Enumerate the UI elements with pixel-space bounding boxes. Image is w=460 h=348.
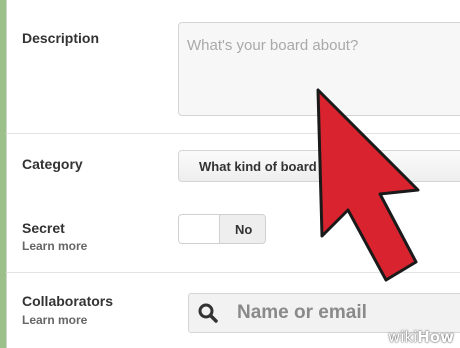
collaborators-label: Collaborators <box>22 293 114 309</box>
collaborators-learn-more-link[interactable]: Learn more <box>22 313 87 327</box>
toggle-state-text: No <box>235 222 253 237</box>
pointer-arrow-icon <box>316 88 420 282</box>
secret-label: Secret <box>22 220 65 236</box>
collaborators-search-box[interactable] <box>188 293 460 333</box>
description-placeholder: What's your board about? <box>187 37 359 54</box>
secret-learn-more-link[interactable]: Learn more <box>22 239 87 253</box>
description-label: Description <box>22 30 100 46</box>
search-icon <box>198 303 218 323</box>
collaborators-search-input[interactable] <box>237 302 457 324</box>
category-label: Category <box>22 156 83 172</box>
wikihow-watermark: wikiHow <box>388 328 454 346</box>
watermark-prefix: wiki <box>387 328 418 346</box>
secret-toggle[interactable]: No <box>178 214 266 244</box>
toggle-knob <box>179 215 220 243</box>
watermark-suffix: How <box>417 328 454 346</box>
